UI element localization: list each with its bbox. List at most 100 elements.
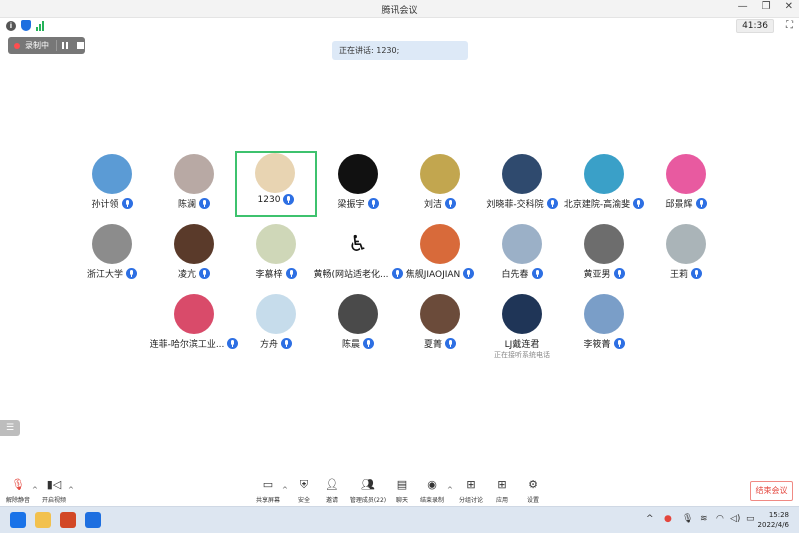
tray-chevron-icon[interactable]: ^	[646, 514, 654, 524]
powerpoint-icon[interactable]	[60, 512, 76, 528]
participant-tile[interactable]: LJ戴连君 正在接听系统电话	[482, 294, 562, 359]
meeting-status-bar: i 41:36 ⛶	[0, 18, 799, 35]
mic-icon	[691, 268, 702, 279]
participant-name-line: 黄亚男	[564, 267, 644, 280]
participant-name: 陈澜	[177, 200, 196, 210]
minimize-icon[interactable]: —	[738, 1, 748, 12]
participant-name-line: 焦舰JIAOJIAN	[400, 267, 480, 280]
info-icon[interactable]: i	[6, 21, 16, 31]
participant-name: 陈晨	[341, 340, 360, 350]
window-title: 腾讯会议	[381, 6, 418, 16]
meeting-toolbar: 🎙︎ 解除静音 ^ ▮◁ 开启视频 ^ ▭ 共享屏幕 ^ ⛨ 安全 👤︎ 邀请 …	[0, 478, 799, 506]
participant-tile[interactable]: 刘晓菲-交科院	[482, 154, 562, 218]
mic-icon	[613, 268, 625, 279]
mic-icon	[613, 338, 625, 349]
mic-icon	[281, 338, 292, 349]
participant-name: 孙计领	[91, 200, 119, 210]
microphone-icon[interactable]: 🎙︎	[682, 514, 693, 524]
avatar	[666, 224, 706, 264]
participant-name: 浙江大学	[86, 270, 123, 280]
avatar	[174, 154, 214, 194]
participant-name: LJ戴连君	[504, 340, 540, 350]
participant-tile[interactable]: 焦舰JIAOJIAN	[400, 224, 480, 288]
window-controls: — ❐ ✕	[738, 1, 793, 12]
participant-tile[interactable]: 孙计领	[72, 154, 152, 218]
restore-icon[interactable]: ❐	[762, 1, 771, 12]
mic-icon	[199, 268, 210, 279]
participant-tile[interactable]: 白先春	[482, 224, 562, 288]
participant-tile[interactable]: 梁振宇	[318, 154, 398, 218]
participant-tile[interactable]: 凌亢	[154, 224, 234, 288]
participant-tile[interactable]: 陈晨	[318, 294, 398, 358]
participant-tile[interactable]: 李筱菁	[564, 294, 644, 358]
speaker-icon[interactable]: ◁)	[730, 514, 740, 524]
divider	[56, 40, 57, 51]
participant-tile[interactable]: 浙江大学	[72, 224, 152, 288]
wifi-icon[interactable]: ◠	[716, 514, 724, 524]
avatar	[502, 294, 542, 334]
participant-tile[interactable]: 李慕梓	[236, 224, 316, 288]
participant-tile[interactable]: 北京建院-高渝斐	[564, 154, 645, 218]
participant-tile[interactable]: ♿ 黄畅(网站适老化...	[313, 224, 403, 288]
fullscreen-icon[interactable]: ⛶	[786, 20, 793, 31]
tencent-meeting-icon[interactable]	[85, 512, 101, 528]
avatar	[338, 154, 378, 194]
participant-tile[interactable]: 王莉	[646, 224, 726, 288]
participant-status: 正在接听系统电话	[494, 351, 550, 359]
start-menu-icon[interactable]	[10, 512, 26, 528]
participant-name: 1230	[257, 194, 281, 205]
participant-tile[interactable]: 方舟	[236, 294, 316, 358]
end-recording-button[interactable]: ◉ 结束录制	[414, 478, 450, 506]
clock-date: 2022/4/6	[757, 521, 789, 529]
participant-tile[interactable]: 夏菁	[400, 294, 480, 358]
file-explorer-icon[interactable]	[35, 512, 51, 528]
pause-recording-icon[interactable]	[62, 42, 68, 49]
participant-tile[interactable]: 陈澜	[154, 154, 234, 218]
participant-name-line: 浙江大学	[72, 267, 152, 280]
participant-name: 王莉	[669, 270, 688, 280]
signal-icon[interactable]	[36, 21, 44, 31]
participant-name-line: 凌亢	[154, 267, 234, 280]
participant-tile[interactable]: 1230	[235, 151, 317, 217]
settings-button[interactable]: ⚙ 设置	[515, 478, 551, 506]
gear-icon: ⚙	[528, 478, 538, 491]
participant-name: 连菲-哈尔滨工业...	[149, 340, 225, 350]
unmute-button[interactable]: 🎙︎ 解除静音	[0, 478, 36, 506]
record-icon: ◉	[427, 478, 437, 491]
participant-name-line: 陈澜	[154, 197, 234, 210]
participant-tile[interactable]: 黄亚男	[564, 224, 644, 288]
avatar	[420, 224, 460, 264]
shield-icon[interactable]	[21, 20, 31, 31]
share-screen-button[interactable]: ▭ 共享屏幕	[250, 478, 286, 506]
participant-name-line: 1230	[237, 194, 315, 205]
network-icon[interactable]: ≋	[700, 514, 708, 524]
participant-tile[interactable]: 刘洁	[400, 154, 480, 218]
accessibility-icon: ♿	[338, 224, 378, 264]
recording-label: 录制中	[25, 41, 49, 50]
avatar	[420, 294, 460, 334]
end-meeting-button[interactable]: 结束会议	[750, 481, 793, 501]
list-toggle-icon[interactable]: ☰	[0, 420, 20, 436]
participant-name: 刘晓菲-交科院	[486, 200, 544, 210]
participant-name-line: 白先春	[482, 267, 562, 280]
title-bar: 腾讯会议 — ❐ ✕	[0, 0, 799, 18]
close-icon[interactable]: ✕	[785, 1, 793, 12]
participant-tile[interactable]: 连菲-哈尔滨工业...	[150, 294, 239, 358]
participant-tile[interactable]: 邱景辉	[646, 154, 726, 218]
participant-name-line: 北京建院-高渝斐	[564, 197, 645, 210]
video-options-chevron-icon[interactable]: ^	[68, 486, 74, 494]
system-clock[interactable]: 15:28 2022/4/6	[758, 510, 789, 530]
avatar	[584, 154, 624, 194]
battery-icon[interactable]: ▭	[746, 514, 755, 524]
participant-name: 刘洁	[423, 200, 442, 210]
participant-name-line: 刘洁	[400, 197, 480, 210]
start-video-button[interactable]: ▮◁ 开启视频	[36, 478, 72, 506]
avatar	[255, 153, 295, 193]
participant-name-line: 梁振宇	[318, 197, 398, 210]
mic-icon	[546, 198, 558, 209]
avatar	[174, 294, 214, 334]
stop-recording-icon[interactable]	[77, 42, 84, 49]
mic-icon	[367, 198, 379, 209]
input-method-icon[interactable]: ●	[664, 514, 672, 524]
participant-name: 方舟	[259, 340, 278, 350]
